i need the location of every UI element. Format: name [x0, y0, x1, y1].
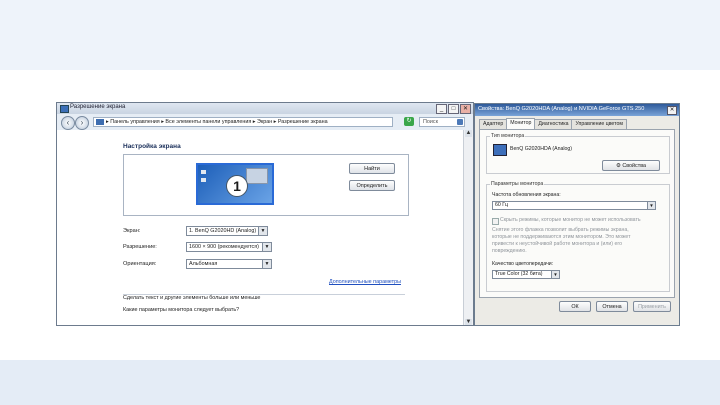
- control-panel-icon: [96, 119, 104, 125]
- forward-arrow-icon[interactable]: ›: [75, 116, 89, 130]
- monitor-settings-label: Параметры монитора: [490, 181, 545, 187]
- monitor-thumbnail[interactable]: 1: [196, 163, 274, 205]
- address-bar[interactable]: ▸ Панель управления ▸ Все элементы панел…: [93, 117, 393, 127]
- address-toolbar: ‹ › ▸ Панель управления ▸ Все элементы п…: [57, 114, 473, 131]
- refresh-rate-label: Частота обновления экрана:: [492, 192, 561, 198]
- window-content: Настройка экрана 1 Найти Определить Экра…: [57, 130, 463, 325]
- chevron-down-icon: ▼: [262, 260, 271, 268]
- orientation-value: Альбомная: [189, 261, 218, 267]
- resolution-select[interactable]: 1600 × 900 (рекомендуется) ▼: [186, 242, 272, 252]
- dialog-close-button[interactable]: ✕: [667, 106, 677, 115]
- vertical-scrollbar[interactable]: ▲ ▼: [463, 130, 473, 325]
- tab-diagnostics[interactable]: Диагностика: [534, 119, 573, 129]
- hide-modes-checkbox[interactable]: [492, 218, 499, 225]
- desktop-icon: [201, 170, 206, 174]
- text-size-link[interactable]: Сделать текст и другие элементы больше и…: [123, 295, 260, 301]
- chevron-down-icon: ▼: [551, 271, 559, 278]
- refresh-rate-select[interactable]: 60 Гц ▼: [492, 201, 656, 210]
- background-top: [0, 0, 720, 70]
- dialog-tabs: Адаптер Монитор Диагностика Управление ц…: [479, 118, 627, 130]
- monitor-icon: [493, 144, 507, 156]
- hint-line: Снятие этого флажка позволит выбрать реж…: [492, 227, 629, 233]
- monitor-name: BenQ G2020HDA (Analog): [510, 146, 572, 152]
- refresh-icon[interactable]: ↻: [404, 117, 414, 126]
- refresh-rate-value: 60 Гц: [495, 202, 508, 208]
- hide-modes-label: Скрыть режимы, которые монитор не может …: [500, 217, 641, 223]
- color-quality-value: True Color (32 бита): [495, 271, 543, 277]
- chevron-down-icon: ▼: [647, 202, 655, 209]
- display-value: 1. BenQ G2020HD (Analog): [189, 228, 257, 234]
- address-path: ▸ Панель управления ▸ Все элементы панел…: [106, 119, 328, 125]
- monitor-tab-page: Тип монитора BenQ G2020HDA (Analog) ⚙ Св…: [479, 129, 675, 298]
- color-quality-select[interactable]: True Color (32 бита) ▼: [492, 270, 560, 279]
- tab-color-management[interactable]: Управление цветом: [571, 119, 627, 129]
- chevron-down-icon: ▼: [258, 227, 267, 235]
- tab-adapter[interactable]: Адаптер: [479, 119, 508, 129]
- back-arrow-icon[interactable]: ‹: [61, 116, 75, 130]
- resolution-value: 1600 × 900 (рекомендуется): [189, 244, 259, 250]
- page-title: Настройка экрана: [123, 143, 181, 150]
- search-icon[interactable]: [457, 119, 463, 125]
- monitor-type-label: Тип монитора: [490, 133, 526, 139]
- search-placeholder: Поиск: [423, 119, 438, 125]
- hint-line: привести к неустойчивой работе монитора …: [492, 241, 623, 247]
- color-quality-label: Качество цветопередачи:: [492, 261, 554, 267]
- ok-button[interactable]: ОК: [559, 301, 591, 312]
- dialog-title: Свойства: BenQ G2020HDA (Analog) и NVIDI…: [478, 106, 645, 112]
- display-label: Экран:: [123, 228, 141, 234]
- screen-resolution-window: Разрешение экрана _ □ ✕ ‹ › ▸ Панель упр…: [56, 102, 474, 326]
- resolution-label: Разрешение:: [123, 244, 157, 250]
- apply-button[interactable]: Применить: [633, 301, 671, 312]
- maximize-button[interactable]: □: [448, 104, 459, 114]
- minimize-button[interactable]: _: [436, 104, 447, 114]
- dialog-titlebar: Свойства: BenQ G2020HDA (Analog) и NVIDI…: [475, 104, 679, 116]
- identify-button[interactable]: Определить: [349, 180, 395, 191]
- desktop-icon: [201, 178, 206, 182]
- window-app-icon: [60, 105, 69, 113]
- help-link[interactable]: Какие параметры монитора следует выбрать…: [123, 307, 239, 313]
- monitor-properties-dialog: Свойства: BenQ G2020HDA (Analog) и NVIDI…: [474, 103, 680, 326]
- display-preview: 1 Найти Определить: [123, 154, 409, 216]
- close-button[interactable]: ✕: [460, 104, 471, 114]
- advanced-settings-link[interactable]: Дополнительные параметры: [329, 279, 401, 285]
- hint-line: повреждению.: [492, 248, 527, 254]
- hint-line: которые не поддерживаются этим монитором…: [492, 234, 631, 240]
- window-title: Разрешение экрана: [70, 104, 126, 110]
- search-input[interactable]: Поиск: [419, 117, 465, 127]
- background-bottom: [0, 360, 720, 405]
- detect-button[interactable]: Найти: [349, 163, 395, 174]
- scroll-down-icon[interactable]: ▼: [465, 319, 472, 325]
- properties-label: Свойства: [622, 163, 646, 169]
- orientation-label: Ориентация:: [123, 261, 157, 267]
- properties-button[interactable]: ⚙ Свойства: [602, 160, 660, 171]
- chevron-down-icon: ▼: [262, 243, 271, 251]
- orientation-select[interactable]: Альбомная ▼: [186, 259, 272, 269]
- window-titlebar: Разрешение экрана _ □ ✕: [57, 103, 473, 114]
- display-select[interactable]: 1. BenQ G2020HD (Analog) ▼: [186, 226, 268, 236]
- scroll-up-icon[interactable]: ▲: [465, 130, 472, 137]
- window-thumbnail: [246, 168, 268, 184]
- cancel-button[interactable]: Отмена: [596, 301, 628, 312]
- monitor-number: 1: [226, 175, 248, 197]
